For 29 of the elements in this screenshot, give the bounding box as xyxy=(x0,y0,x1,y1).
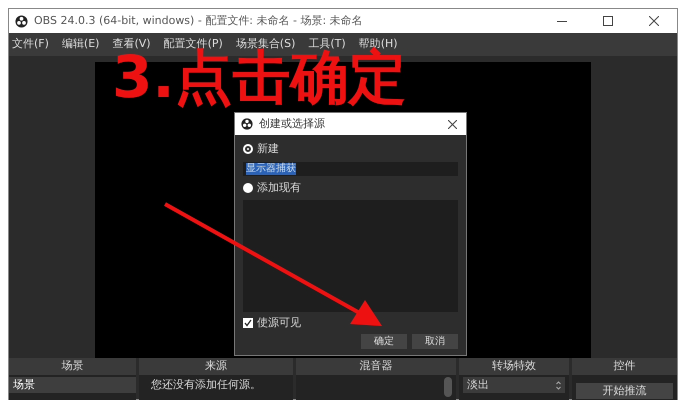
spinner-icon xyxy=(556,380,561,390)
dock-header: 场景 xyxy=(9,358,136,375)
dock-header: 来源 xyxy=(139,358,293,375)
app-logo-icon xyxy=(15,14,28,28)
checkbox[interactable] xyxy=(243,318,253,328)
scrollbar[interactable] xyxy=(444,377,452,397)
dialog-button[interactable]: 取消 xyxy=(412,334,458,349)
scene-item[interactable]: 场景 xyxy=(9,377,136,393)
close-icon[interactable] xyxy=(448,120,457,128)
dock-header: 控件 xyxy=(572,358,677,375)
app-logo-icon xyxy=(241,118,253,130)
existing-sources-list[interactable] xyxy=(243,200,458,312)
empty-sources-text: 您还没有添加任何源。 xyxy=(150,377,262,393)
dialog-button[interactable]: 确定 xyxy=(361,334,407,349)
close-icon[interactable] xyxy=(649,16,659,26)
menu-item[interactable]: 文件(F) xyxy=(12,36,49,53)
transition-select[interactable]: 淡出 xyxy=(463,377,565,393)
radio-button[interactable] xyxy=(243,182,253,193)
menu-item[interactable]: 编辑(E) xyxy=(62,36,100,53)
name-input-field[interactable]: 显示器捕获 xyxy=(243,162,458,176)
radio-button[interactable] xyxy=(243,144,253,154)
checkbox-label: 使源可见 xyxy=(257,316,301,330)
dock-header: 转场特效 xyxy=(459,358,569,375)
dialog-title: 创建或选择源 xyxy=(259,116,326,132)
start-streaming-button[interactable]: 开始推流 xyxy=(576,383,673,399)
radio-label: 添加现有 xyxy=(257,180,301,196)
radio-label: 新建 xyxy=(257,141,279,157)
window-title: OBS 24.0.3 (64-bit, windows) - 配置文件: 未命名 - 场景: 未命名 xyxy=(34,12,364,29)
dock-header: 混音器 xyxy=(296,358,456,375)
